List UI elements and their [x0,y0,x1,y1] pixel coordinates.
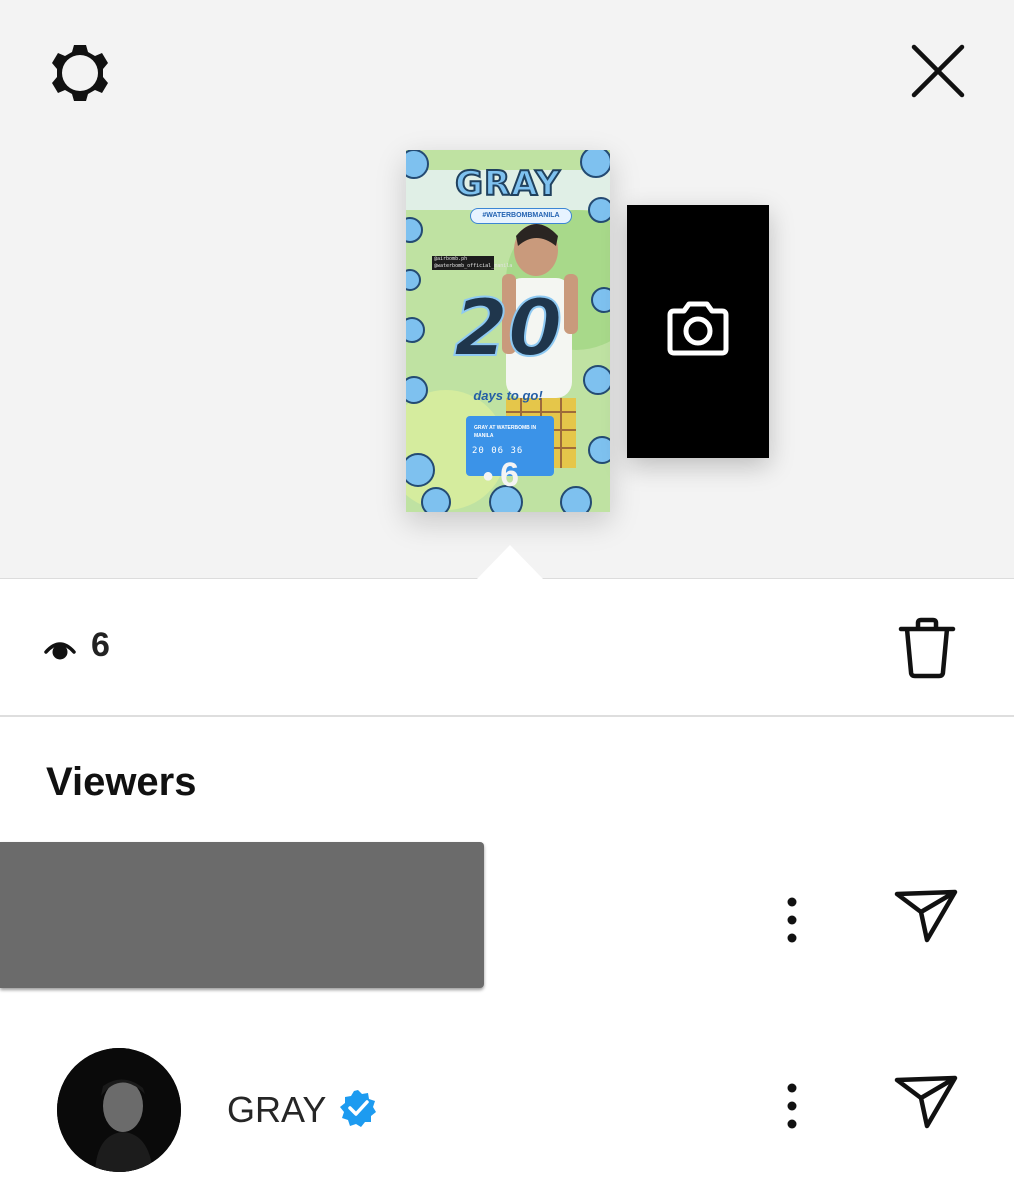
settings-button[interactable] [40,40,120,110]
views-count: 6 [91,626,110,664]
stats-divider [0,715,1014,717]
viewer-more-button[interactable] [772,890,812,954]
camera-icon [664,301,732,362]
add-story-camera-tile[interactable] [627,205,769,458]
send-icon [893,886,959,949]
story-preview-area: GRAY #WATERBOMBMANILA @airbomb.ph @water… [0,0,1014,579]
story-stats-row: 6 [0,580,1014,716]
avatar[interactable] [57,1048,181,1172]
story-hashtag: #WATERBOMBMANILA [470,208,572,224]
viewers-heading: Viewers [46,760,197,804]
countdown-time: 20 06 36 [472,446,524,456]
more-vertical-icon [786,1083,798,1134]
close-icon [910,43,966,104]
viewer-send-button[interactable] [886,1068,966,1138]
gear-icon [48,41,112,110]
story-views-overlay: ● 6 [482,456,519,495]
countdown-title: GRAY AT WATERBOMB IN MANILA [474,425,537,439]
story-thumbnail[interactable]: GRAY #WATERBOMBMANILA @airbomb.ph @water… [406,150,610,512]
story-tagline: days to go! [473,388,543,403]
close-button[interactable] [900,38,976,108]
eye-icon: ● [482,465,495,487]
selected-story-pointer [476,545,544,580]
trash-icon [897,617,957,684]
story-countdown-number: 20 [453,284,564,374]
story-title: GRAY [454,163,561,205]
redacted-viewer [0,842,484,988]
viewer-row[interactable] [0,842,1014,988]
send-icon [893,1072,959,1135]
viewer-more-button[interactable] [772,1076,812,1140]
verified-badge-icon [338,1088,378,1133]
eye-icon [44,638,76,667]
more-vertical-icon [786,897,798,948]
viewer-row[interactable]: GRAY [0,1040,1014,1180]
story-credit: @airbomb.ph @waterbomb_official_manila [432,256,513,270]
viewer-send-button[interactable] [886,882,966,952]
viewer-username[interactable]: GRAY [227,1089,326,1131]
delete-story-button[interactable] [892,616,962,684]
story-views-count: 6 [500,456,520,494]
